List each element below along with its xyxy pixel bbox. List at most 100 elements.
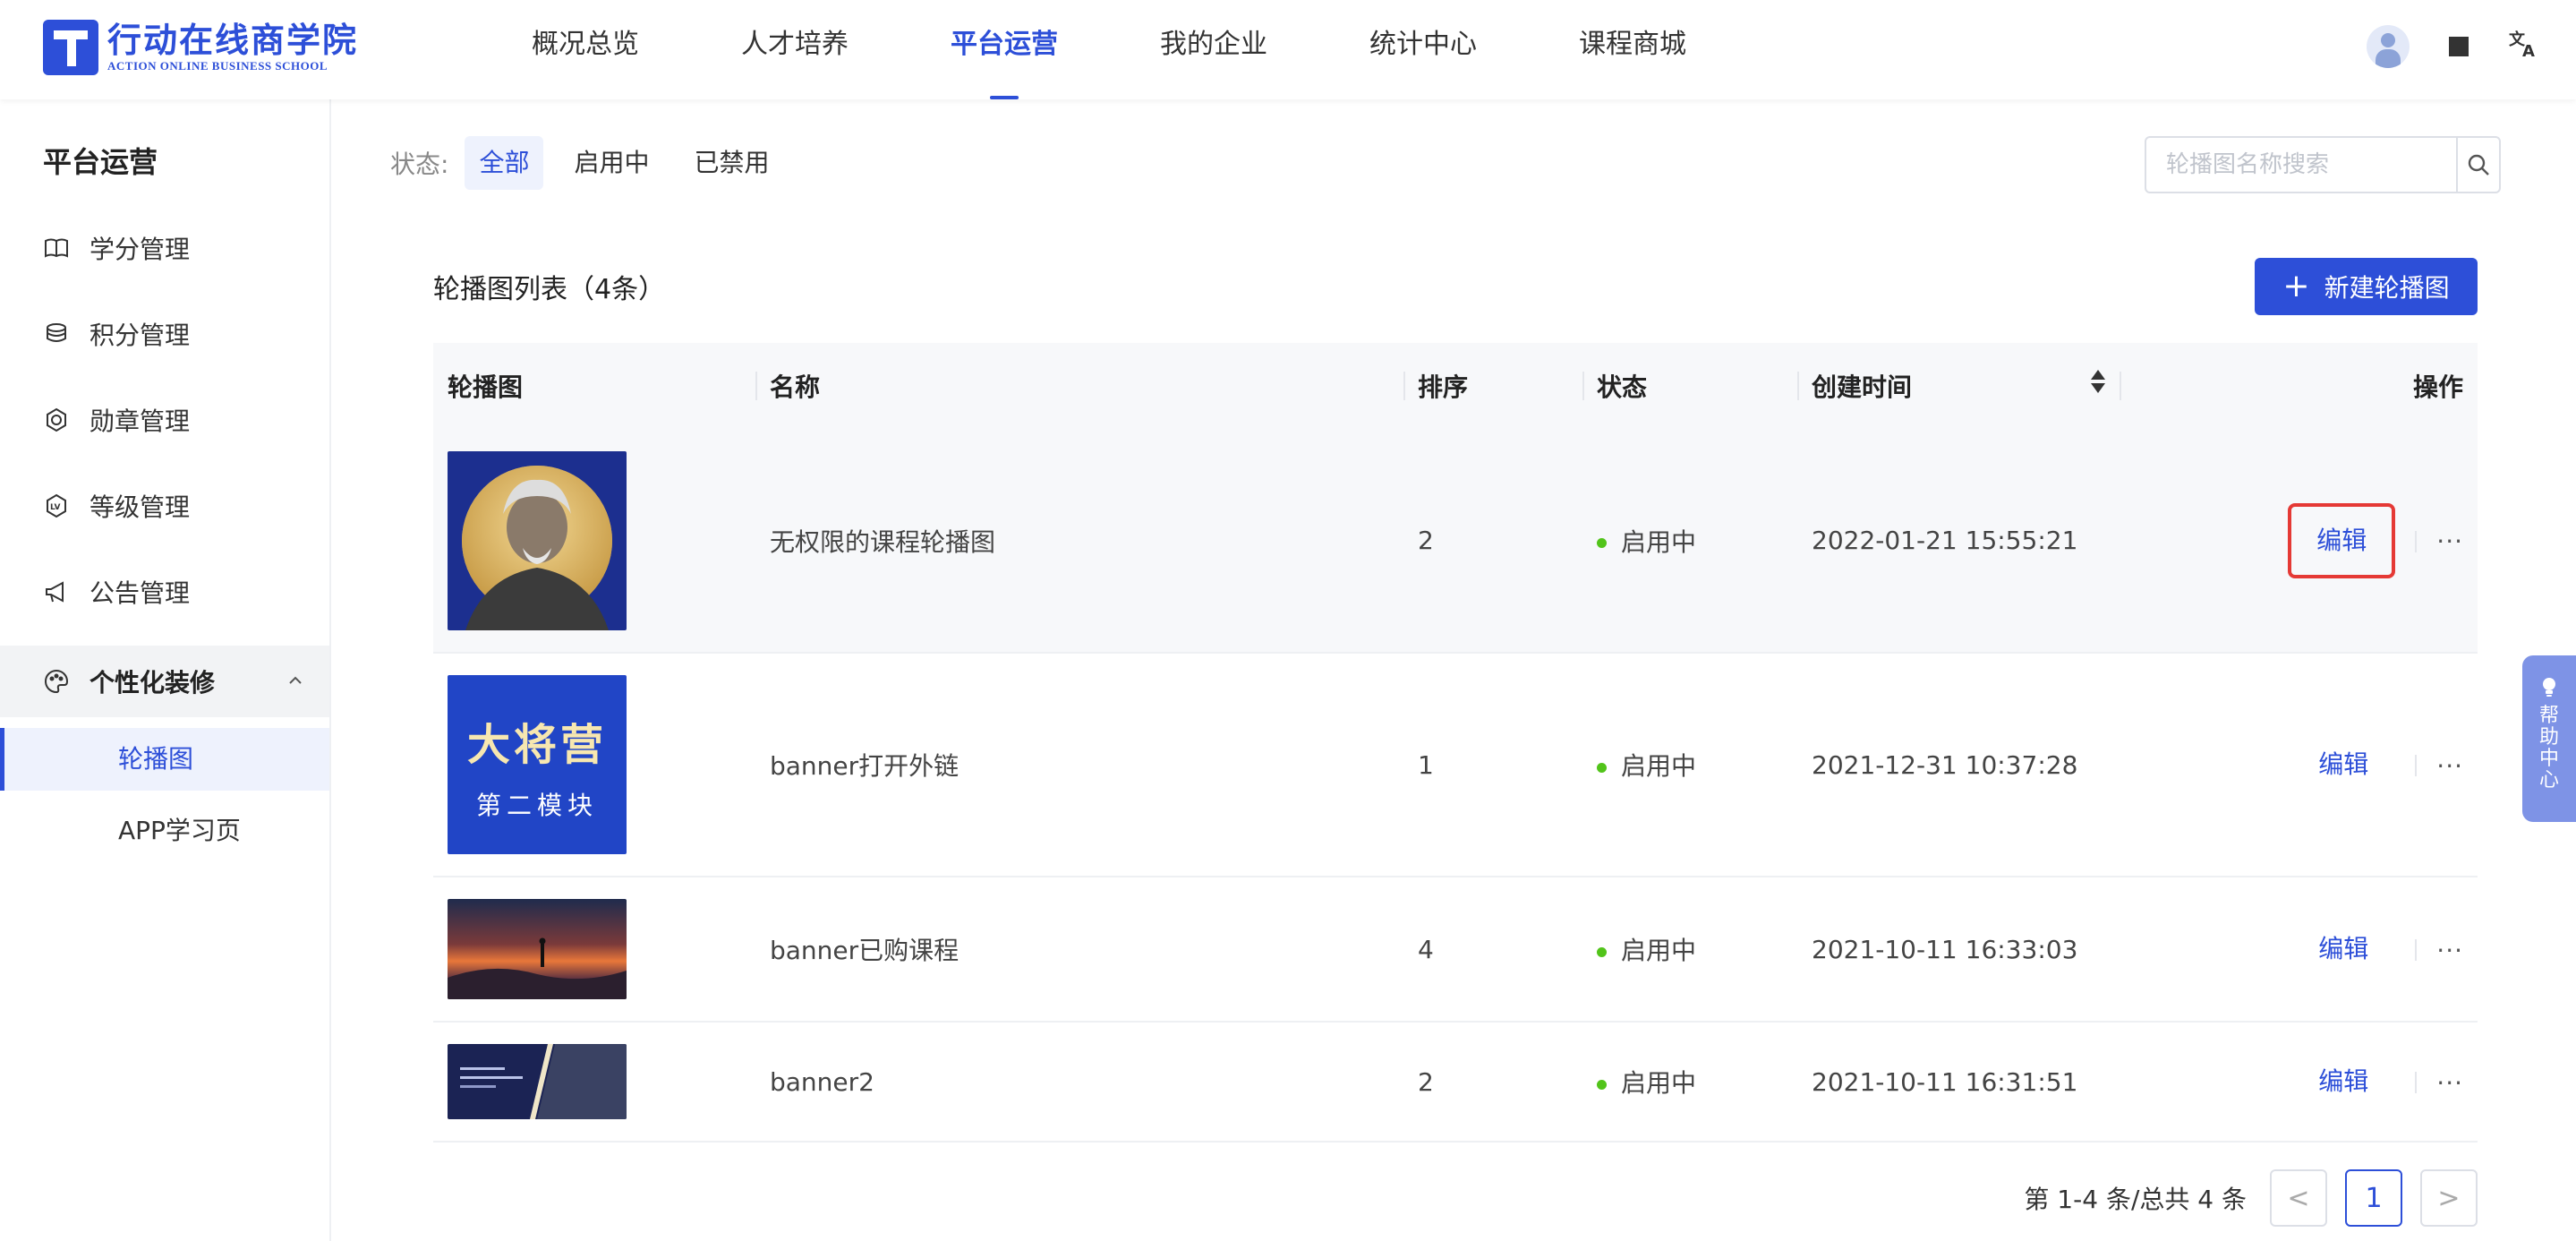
row-status: 启用中 (1621, 751, 1697, 781)
row-name: banner2 (755, 1022, 1403, 1143)
row-order: 1 (1403, 653, 1582, 877)
filter-all[interactable]: 全部 (465, 136, 544, 190)
status-dot-icon (1597, 1079, 1607, 1090)
search-box (2145, 136, 2501, 193)
edit-button[interactable]: 编辑 (2288, 502, 2396, 578)
col-header-created[interactable]: 创建时间 (1797, 343, 2120, 429)
row-name: 无权限的课程轮播图 (755, 429, 1403, 654)
row-order: 2 (1403, 1022, 1582, 1143)
nav-course-mall[interactable]: 课程商城 (1579, 0, 1686, 99)
megaphone-icon (43, 578, 70, 605)
sidebar-item-points[interactable]: 积分管理 (43, 307, 190, 361)
table-row: banner已购课程 4 启用中 2021-10-11 16:33:03 编辑 ·… (433, 877, 2478, 1023)
status-dot-icon (1597, 538, 1607, 548)
row-name: banner打开外链 (755, 653, 1403, 877)
row-status: 启用中 (1621, 1068, 1697, 1098)
new-carousel-button[interactable]: + 新建轮播图 (2255, 258, 2478, 315)
sidebar-item-label: 等级管理 (90, 492, 191, 522)
help-center-label: 帮助中心 (2538, 705, 2559, 792)
table-header-row: 轮播图 名称 排序 状态 创建时间 操作 (433, 343, 2478, 429)
status-dot-icon (1597, 946, 1607, 957)
coins-icon (43, 321, 70, 347)
table-row: banner2 2 启用中 2021-10-11 16:31:51 编辑 ··· (433, 1022, 2478, 1143)
nav-my-company[interactable]: 我的企业 (1160, 0, 1267, 99)
logo-mark-icon (43, 20, 98, 75)
prev-page-button[interactable]: < (2270, 1169, 2327, 1227)
sidebar-item-label: 勋章管理 (90, 407, 191, 436)
nav-platform-ops[interactable]: 平台运营 (951, 0, 1058, 99)
more-icon[interactable]: ··· (2436, 1068, 2463, 1098)
filter-disabled[interactable]: 已禁用 (679, 136, 783, 190)
search-icon (2468, 154, 2489, 175)
thumbnail-subtitle: 第二模块 (475, 791, 598, 820)
col-header-image: 轮播图 (448, 372, 524, 402)
row-created: 2021-12-31 10:37:28 (1797, 653, 2120, 877)
table-row: 大将营 第二模块 banner打开外链 1 启用中 2021-12-31 10:… (433, 653, 2478, 877)
col-header-created-label: 创建时间 (1812, 372, 1913, 402)
more-icon[interactable]: ··· (2436, 751, 2463, 781)
sidebar-item-credit[interactable]: 学分管理 (43, 221, 190, 275)
row-order: 2 (1403, 429, 1582, 654)
row-order: 4 (1403, 877, 1582, 1023)
edit-button[interactable]: 编辑 (2291, 727, 2395, 802)
table-row: 无权限的课程轮播图 2 启用中 2022-01-21 15:55:21 编辑 ··… (433, 429, 2478, 654)
sidebar-group-label: 个性化装修 (90, 668, 216, 698)
search-input[interactable] (2146, 138, 2456, 192)
brand-name-en: ACTION ONLINE BUSINESS SCHOOL (107, 59, 328, 73)
sidebar-group-customize[interactable]: 个性化装修 (0, 646, 329, 717)
status-filter: 状态: 全部 启用中 已禁用 (390, 136, 799, 190)
filter-enabled[interactable]: 启用中 (559, 136, 663, 190)
col-header-order: 排序 (1403, 343, 1582, 429)
sidebar-item-label: 积分管理 (90, 321, 191, 350)
more-icon[interactable]: ··· (2436, 936, 2463, 965)
user-avatar[interactable] (2367, 25, 2410, 68)
svg-text:LV: LV (50, 503, 60, 512)
edit-button[interactable]: 编辑 (2291, 1044, 2395, 1119)
carousel-thumbnail[interactable] (448, 1044, 627, 1119)
sidebar-subitem-app-study[interactable]: APP学习页 (0, 800, 329, 862)
nav-statistics[interactable]: 统计中心 (1369, 0, 1477, 99)
pagination-summary: 第 1-4 条/总共 4 条 (2024, 1185, 2247, 1214)
carousel-thumbnail[interactable] (448, 450, 627, 630)
carousel-thumbnail[interactable]: 大将营 第二模块 (448, 675, 627, 854)
row-status: 启用中 (1621, 936, 1697, 965)
main-nav: 概况总览 人才培养 平台运营 我的企业 统计中心 课程商城 (532, 0, 1788, 99)
topbar-actions: 文A (2367, 25, 2540, 68)
sidebar-subitem-carousel[interactable]: 轮播图 (0, 728, 329, 791)
row-created: 2021-10-11 16:31:51 (1797, 1022, 2120, 1143)
edit-button[interactable]: 编辑 (2291, 911, 2395, 987)
book-icon (43, 235, 70, 261)
sidebar-item-medal[interactable]: 勋章管理 (43, 393, 190, 447)
plus-icon: + (2282, 268, 2310, 304)
palette-icon (43, 668, 70, 695)
stop-icon[interactable] (2449, 37, 2469, 56)
brand-name-cn: 行动在线商学院 (107, 21, 359, 60)
new-carousel-label: 新建轮播图 (2324, 273, 2450, 303)
col-header-status: 状态 (1582, 343, 1797, 429)
sidebar-item-announcement[interactable]: 公告管理 (43, 565, 190, 619)
col-header-actions: 操作 (2120, 343, 2478, 429)
pagination: 第 1-4 条/总共 4 条 < 1 > (2024, 1169, 2478, 1227)
nav-talent[interactable]: 人才培养 (741, 0, 849, 99)
row-created: 2021-10-11 16:33:03 (1797, 877, 2120, 1023)
sidebar: 平台运营 学分管理 积分管理 勋章管理 LV 等级管理 公告管理 个性化装修 轮… (0, 99, 331, 1241)
sidebar-item-label: 公告管理 (90, 578, 191, 608)
next-page-button[interactable]: > (2420, 1169, 2478, 1227)
carousel-table: 轮播图 名称 排序 状态 创建时间 操作 无权限的课程轮播图 2 启用中 202… (433, 343, 2478, 1143)
page-number-button[interactable]: 1 (2345, 1169, 2402, 1227)
sort-icon[interactable] (2091, 370, 2105, 393)
list-title: 轮播图列表（4条） (433, 274, 666, 305)
carousel-thumbnail[interactable] (448, 899, 627, 999)
top-navbar: 行动在线商学院 ACTION ONLINE BUSINESS SCHOOL 概况… (0, 0, 2576, 99)
search-button[interactable] (2456, 138, 2499, 192)
brand-logo[interactable]: 行动在线商学院 ACTION ONLINE BUSINESS SCHOOL (43, 20, 358, 75)
nav-overview[interactable]: 概况总览 (532, 0, 639, 99)
help-center-tab[interactable]: 帮助中心 (2522, 655, 2576, 822)
row-created: 2022-01-21 15:55:21 (1797, 429, 2120, 654)
chevron-up-icon (286, 669, 304, 696)
translate-icon[interactable]: 文A (2508, 27, 2540, 66)
row-status: 启用中 (1621, 526, 1697, 557)
sidebar-item-level[interactable]: LV 等级管理 (43, 479, 190, 533)
more-icon[interactable]: ··· (2436, 526, 2463, 556)
medal-icon (43, 407, 70, 433)
